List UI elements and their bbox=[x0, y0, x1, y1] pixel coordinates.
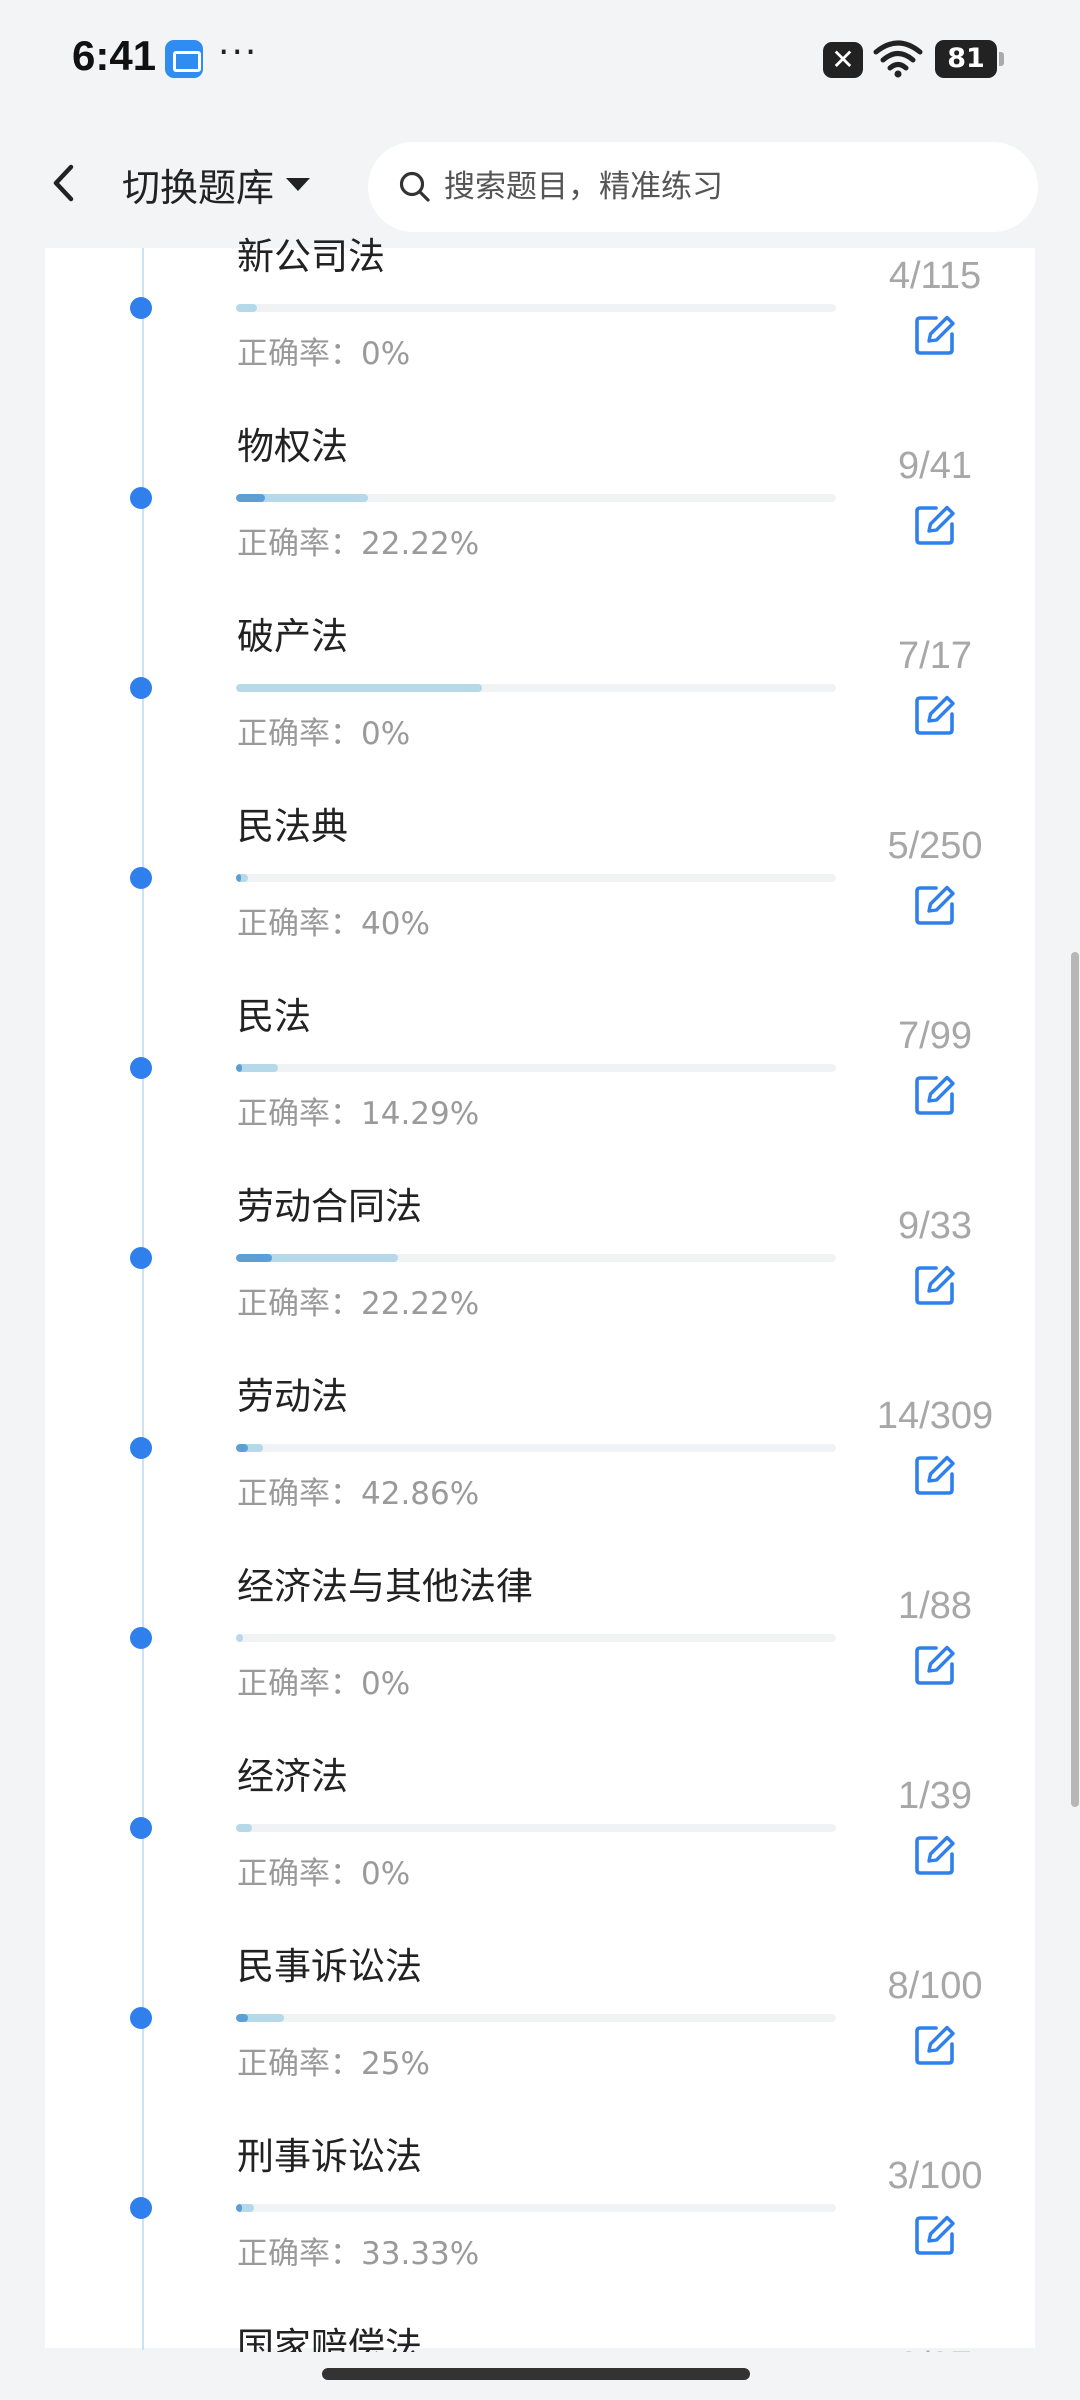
accuracy-text: 正确率：0% bbox=[237, 1856, 411, 1892]
edit-practice-icon[interactable] bbox=[912, 2212, 958, 2258]
edit-practice-icon[interactable] bbox=[912, 1452, 958, 1498]
progress-count: 9/41 bbox=[898, 445, 972, 487]
topic-title: 刑事诉讼法 bbox=[237, 2135, 422, 2178]
topic-row[interactable]: 破产法 正确率：0% 7/17 bbox=[0, 612, 1080, 802]
timeline-dot bbox=[130, 867, 152, 889]
timeline-dot bbox=[130, 2197, 152, 2219]
correct-fill bbox=[236, 874, 241, 882]
topic-row[interactable]: 民法 正确率：14.29% 7/99 bbox=[0, 992, 1080, 1182]
progress-track bbox=[236, 2014, 836, 2022]
accuracy-text: 正确率：25% bbox=[237, 2046, 430, 2082]
progress-fill bbox=[236, 1634, 243, 1642]
progress-track bbox=[236, 1824, 836, 1832]
home-indicator[interactable] bbox=[322, 2368, 750, 2380]
accuracy-text: 正确率：0% bbox=[237, 1666, 411, 1702]
correct-fill bbox=[236, 494, 266, 502]
timeline-dot bbox=[130, 1247, 152, 1269]
progress-count: 1/39 bbox=[898, 1775, 972, 1817]
edit-practice-icon[interactable] bbox=[912, 2022, 958, 2068]
progress-track bbox=[236, 494, 836, 502]
topic-title: 经济法与其他法律 bbox=[237, 1565, 533, 1608]
progress-count: 3/100 bbox=[887, 2155, 983, 2197]
progress-track bbox=[236, 1634, 836, 1642]
topic-title: 民法典 bbox=[237, 805, 348, 848]
topic-row[interactable]: 物权法 正确率：22.22% 9/41 bbox=[0, 422, 1080, 612]
topic-title: 经济法 bbox=[237, 1755, 348, 1798]
edit-practice-icon[interactable] bbox=[912, 312, 958, 358]
topic-row[interactable]: 国家赔偿法 0/97 bbox=[0, 2322, 1080, 2352]
correct-fill bbox=[236, 2204, 242, 2212]
timeline-dot bbox=[130, 1437, 152, 1459]
progress-count: 7/99 bbox=[898, 1015, 972, 1057]
timeline-dot bbox=[130, 1627, 152, 1649]
accuracy-text: 正确率：42.86% bbox=[237, 1476, 480, 1512]
edit-practice-icon[interactable] bbox=[912, 502, 958, 548]
progress-track bbox=[236, 1444, 836, 1452]
progress-count: 14/309 bbox=[876, 1395, 994, 1437]
topic-title: 物权法 bbox=[237, 425, 348, 468]
topic-row[interactable]: 刑事诉讼法 正确率：33.33% 3/100 bbox=[0, 2132, 1080, 2322]
accuracy-text: 正确率：0% bbox=[237, 336, 411, 372]
correct-fill bbox=[236, 2014, 248, 2022]
progress-count: 0/97 bbox=[860, 2345, 1010, 2352]
topic-row[interactable]: 民事诉讼法 正确率：25% 8/100 bbox=[0, 1942, 1080, 2132]
progress-count: 4/115 bbox=[888, 255, 982, 297]
topic-row[interactable]: 新公司法 正确率：0% 4/115 bbox=[0, 232, 1080, 422]
topic-row[interactable]: 劳动法 正确率：42.86% 14/309 bbox=[0, 1372, 1080, 1562]
progress-count: 1/88 bbox=[898, 1585, 972, 1627]
accuracy-text: 正确率：33.33% bbox=[237, 2236, 480, 2272]
edit-practice-icon[interactable] bbox=[912, 1642, 958, 1688]
topic-row[interactable]: 劳动合同法 正确率：22.22% 9/33 bbox=[0, 1182, 1080, 1372]
edit-practice-icon[interactable] bbox=[912, 1832, 958, 1878]
topic-list: 新公司法 正确率：0% 4/115 物权法 正确率：22.22% 9/41 破产… bbox=[0, 0, 1080, 2352]
edit-practice-icon[interactable] bbox=[912, 882, 958, 928]
topic-row[interactable]: 经济法 正确率：0% 1/39 bbox=[0, 1752, 1080, 1942]
topic-row[interactable]: 经济法与其他法律 正确率：0% 1/88 bbox=[0, 1562, 1080, 1752]
topic-title: 民法 bbox=[237, 995, 311, 1038]
progress-fill bbox=[236, 1064, 278, 1072]
timeline-dot bbox=[130, 2007, 152, 2029]
timeline-dot bbox=[130, 487, 152, 509]
topic-title: 破产法 bbox=[237, 615, 348, 658]
timeline-dot bbox=[130, 1817, 152, 1839]
timeline-dot bbox=[130, 1057, 152, 1079]
progress-count: 7/17 bbox=[898, 635, 972, 677]
timeline-dot bbox=[130, 677, 152, 699]
progress-track bbox=[236, 1064, 836, 1072]
correct-fill bbox=[236, 1444, 248, 1452]
progress-fill bbox=[236, 304, 257, 312]
progress-track bbox=[236, 1254, 836, 1262]
accuracy-text: 正确率：22.22% bbox=[237, 526, 480, 562]
progress-fill bbox=[236, 1824, 252, 1832]
progress-track bbox=[236, 304, 836, 312]
accuracy-text: 正确率：40% bbox=[237, 906, 430, 942]
accuracy-text: 正确率：22.22% bbox=[237, 1286, 480, 1322]
topic-title: 劳动法 bbox=[237, 1375, 348, 1418]
correct-fill bbox=[236, 1064, 242, 1072]
scrollbar[interactable] bbox=[1071, 952, 1079, 1807]
progress-track bbox=[236, 2204, 836, 2212]
progress-track bbox=[236, 874, 836, 882]
progress-count: 5/250 bbox=[887, 825, 983, 867]
progress-track bbox=[236, 684, 836, 692]
topic-title: 新公司法 bbox=[237, 235, 385, 278]
timeline-dot bbox=[130, 297, 152, 319]
topic-title: 国家赔偿法 bbox=[237, 2325, 422, 2352]
topic-title: 民事诉讼法 bbox=[237, 1945, 422, 1988]
progress-count: 8/100 bbox=[887, 1965, 983, 2007]
progress-fill bbox=[236, 684, 482, 692]
edit-practice-icon[interactable] bbox=[912, 692, 958, 738]
topic-row[interactable]: 民法典 正确率：40% 5/250 bbox=[0, 802, 1080, 992]
edit-practice-icon[interactable] bbox=[912, 1072, 958, 1118]
edit-practice-icon[interactable] bbox=[912, 1262, 958, 1308]
correct-fill bbox=[236, 1254, 272, 1262]
progress-count: 9/33 bbox=[898, 1205, 972, 1247]
accuracy-text: 正确率：14.29% bbox=[237, 1096, 480, 1132]
accuracy-text: 正确率：0% bbox=[237, 716, 411, 752]
topic-title: 劳动合同法 bbox=[237, 1185, 422, 1228]
